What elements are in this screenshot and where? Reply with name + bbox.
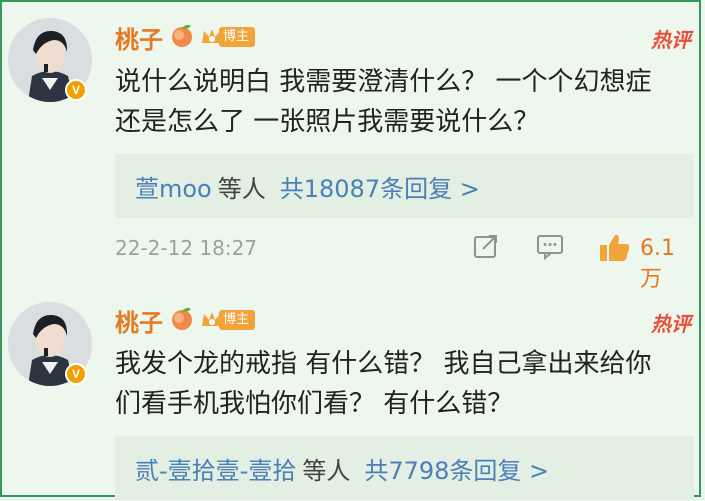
reply-names[interactable]: 萱moo <box>135 169 212 204</box>
blogger-badge-label: 博主 <box>219 27 256 47</box>
reply-suffix: 等人 <box>302 456 351 485</box>
name-row: 桃子 博主 <box>115 303 256 338</box>
reply-names[interactable]: 贰-壹拾壹-壹拾 <box>135 451 296 486</box>
blogger-badge: 博主 <box>201 310 256 330</box>
peach-icon <box>169 305 195 335</box>
comment-text: 说什么说明白 我需要澄清什么？ 一个个幻想症还是怎么了 一张照片我需要说什么？ <box>115 67 652 137</box>
comment-text: 我发个龙的戒指 有什么错？ 我自己拿出来给你们看手机我怕你们看？ 有什么错？ <box>115 349 652 419</box>
thumbs-up-icon[interactable] <box>598 232 632 268</box>
comment-meta: 22-2-12 18:27 6.1万 <box>115 232 695 292</box>
reply-suffix: 等人 <box>217 174 266 203</box>
username[interactable]: 桃子 <box>115 303 163 338</box>
blogger-badge: 博主 <box>201 27 256 47</box>
reply-count-link[interactable]: 共18087条回复 > <box>280 169 480 204</box>
peach-icon <box>169 22 195 52</box>
hot-comment-tag: 热评 <box>651 28 691 52</box>
name-row: 桃子 博主 <box>115 20 256 55</box>
username[interactable]: 桃子 <box>115 20 163 55</box>
timestamp: 22-2-12 18:27 <box>115 236 258 260</box>
comment-item: V 桃子 博主 热评 说什么说明白 我需要澄清什么？ 一个个幻想症还是怎么了 一… <box>0 0 705 300</box>
reply-summary[interactable]: 贰-壹拾壹-壹拾 等人 共7798条回复 > <box>115 436 694 500</box>
verified-icon: V <box>65 363 87 385</box>
hot-comment-tag: 热评 <box>651 312 691 336</box>
comment-icon[interactable] <box>535 232 565 264</box>
verified-icon: V <box>65 79 87 101</box>
blogger-badge-label: 博主 <box>219 310 256 330</box>
reply-summary[interactable]: 萱moo 等人 共18087条回复 > <box>115 154 694 218</box>
reply-count-link[interactable]: 共7798条回复 > <box>364 451 549 486</box>
like-count: 6.1万 <box>640 236 675 292</box>
share-icon[interactable] <box>472 232 500 264</box>
comment-item: V 桃子 博主 热评 我发个龙的戒指 有什么错？ 我自己拿出来给你们看手机我怕你… <box>0 300 705 501</box>
